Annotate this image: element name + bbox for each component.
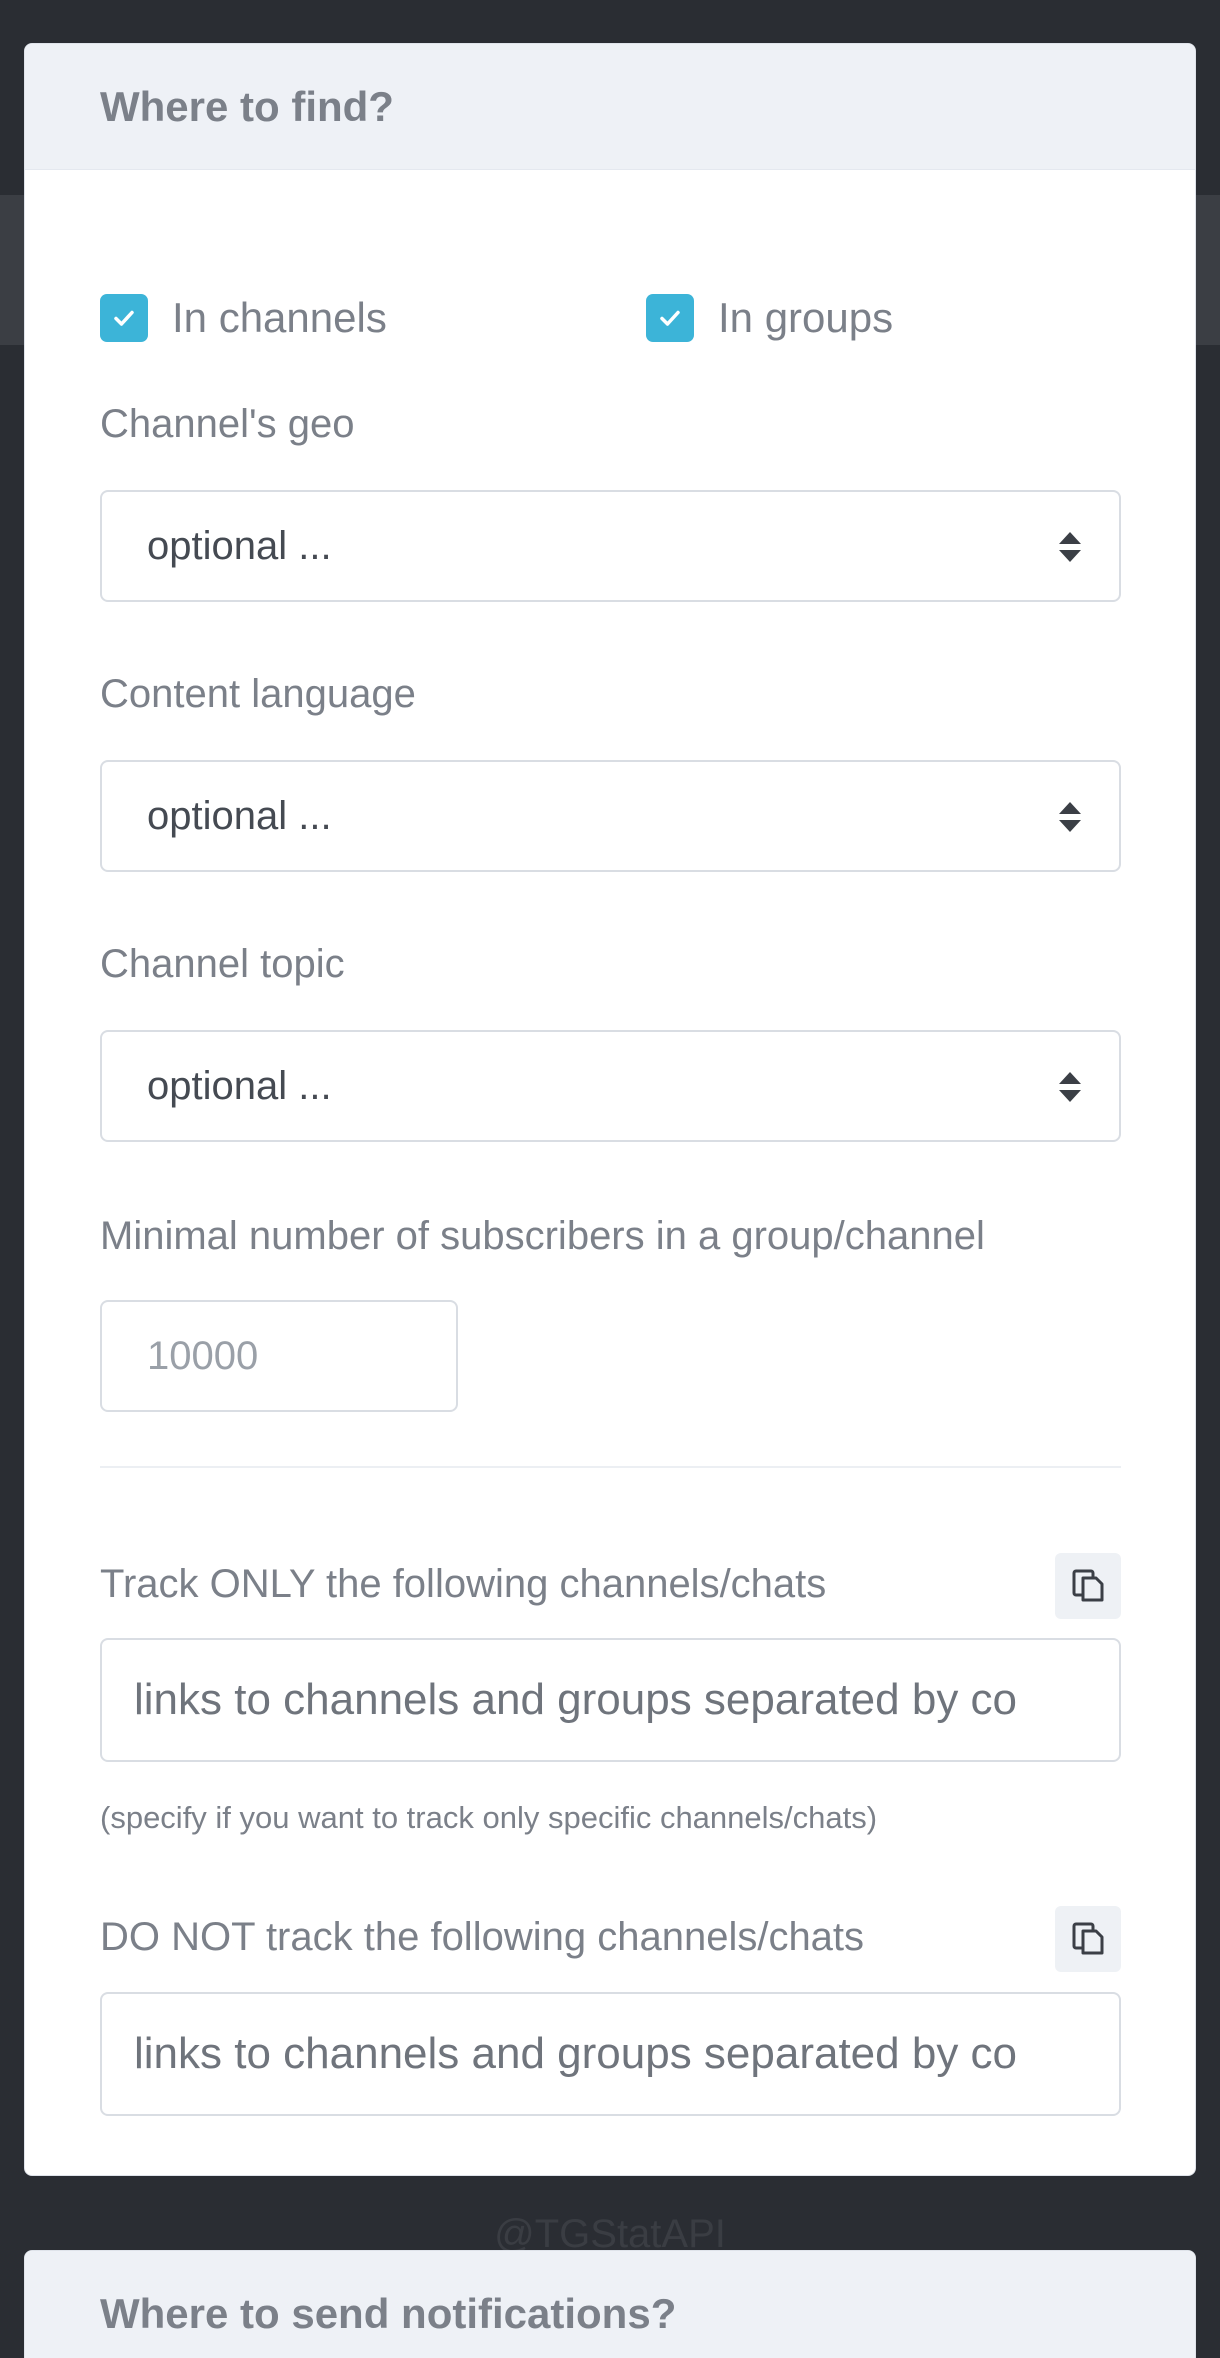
min-subscribers-label: Minimal number of subscribers in a group…: [100, 1214, 985, 1258]
track-only-paste-button[interactable]: [1055, 1553, 1121, 1619]
checkmark-icon: [660, 310, 680, 326]
card-title: Where to send notifications?: [100, 2289, 677, 2337]
min-subscribers-input[interactable]: 10000: [100, 1300, 458, 1412]
track-only-help-text: (specify if you want to track only speci…: [100, 1800, 878, 1835]
sort-arrows-icon: [1059, 1072, 1081, 1102]
track-only-placeholder: links to channels and groups separated b…: [134, 1675, 1018, 1724]
in-channels-checkbox-row[interactable]: In channels: [100, 294, 387, 342]
channel-topic-select[interactable]: optional ...: [100, 1030, 1121, 1142]
copy-icon: [1072, 1569, 1104, 1602]
copy-icon: [1072, 1922, 1104, 1955]
in-channels-label: In channels: [172, 294, 387, 341]
channel-geo-value: optional ...: [147, 523, 332, 568]
sort-arrows-icon: [1059, 802, 1081, 832]
do-not-track-label: DO NOT track the following channels/chat…: [100, 1915, 865, 1959]
in-channels-checkbox[interactable]: [100, 294, 148, 342]
min-subscribers-placeholder: 10000: [147, 1333, 259, 1378]
sort-arrows-icon: [1059, 532, 1081, 562]
content-language-label: Content language: [100, 672, 416, 716]
card-header: Where to find?: [25, 44, 1195, 170]
do-not-track-input[interactable]: links to channels and groups separated b…: [100, 1992, 1121, 2116]
card-title: Where to find?: [100, 82, 394, 130]
checkmark-icon: [114, 310, 134, 326]
channel-geo-select[interactable]: optional ...: [100, 490, 1121, 602]
do-not-track-paste-button[interactable]: [1055, 1906, 1121, 1972]
do-not-track-placeholder: links to channels and groups separated b…: [134, 2029, 1018, 2078]
track-only-input[interactable]: links to channels and groups separated b…: [100, 1638, 1121, 1762]
channel-geo-label: Channel's geo: [100, 402, 355, 446]
channel-topic-label: Channel topic: [100, 942, 345, 986]
in-groups-checkbox[interactable]: [646, 294, 694, 342]
where-to-find-card: Where to find? In channels In groups Cha…: [24, 43, 1196, 2176]
card-header: Where to send notifications?: [25, 2251, 1195, 2358]
track-only-label: Track ONLY the following channels/chats: [100, 1562, 827, 1606]
where-to-send-card: Where to send notifications?: [24, 2250, 1196, 2358]
in-groups-checkbox-row[interactable]: In groups: [646, 294, 893, 342]
content-language-select[interactable]: optional ...: [100, 760, 1121, 872]
section-divider: [100, 1466, 1121, 1468]
channel-topic-value: optional ...: [147, 1063, 332, 1108]
in-groups-label: In groups: [718, 294, 894, 341]
content-language-value: optional ...: [147, 793, 332, 838]
